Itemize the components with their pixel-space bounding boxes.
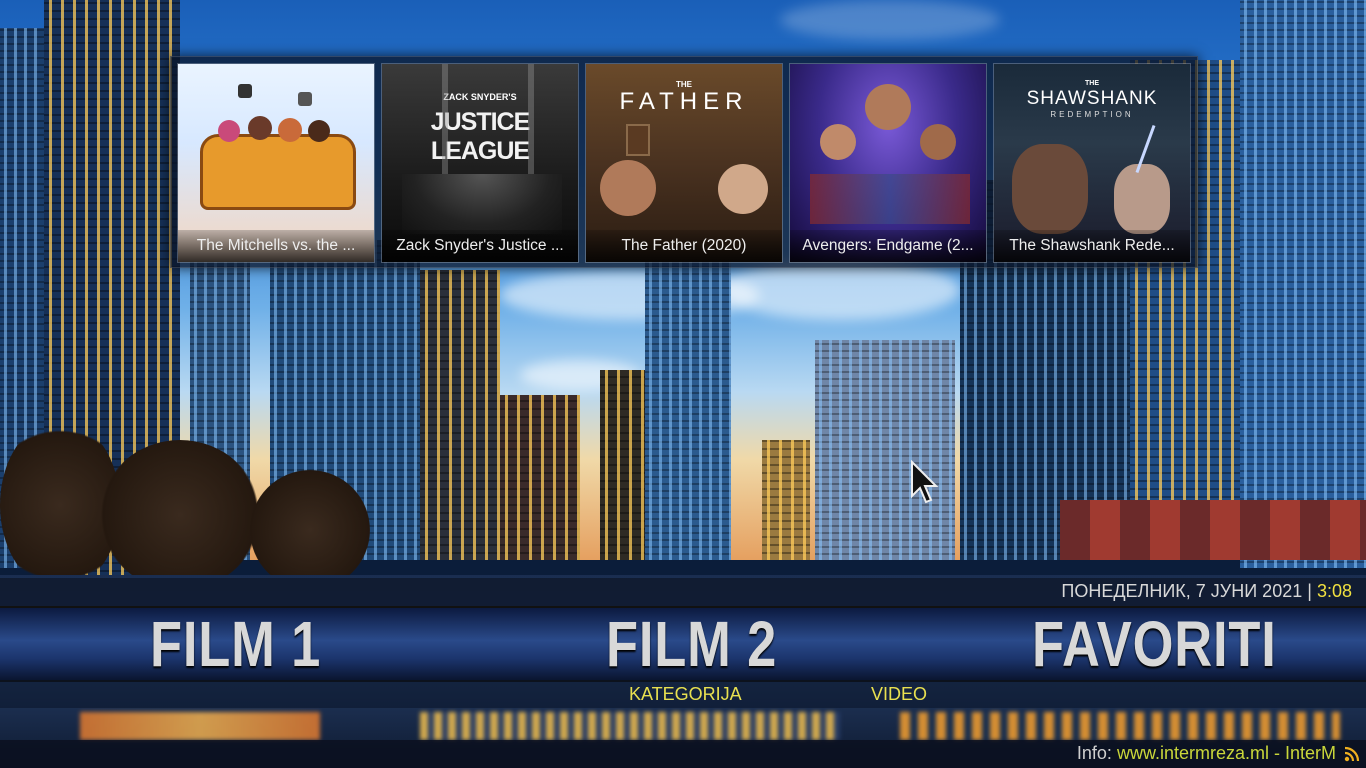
building — [815, 340, 955, 560]
building — [1240, 0, 1366, 568]
cloud — [780, 0, 1000, 40]
movie-title: The Father (2020) — [586, 230, 782, 262]
menu-item-favoriti[interactable]: FAVORITI — [1032, 608, 1277, 680]
movie-title: Avengers: Endgame (2... — [790, 230, 986, 262]
poster-title-text: SHAWSHANK — [1026, 88, 1158, 109]
building — [420, 270, 500, 560]
recent-movies-shelf: The Mitchells vs. the ... ZACK SNYDER'S … — [170, 56, 1198, 268]
status-bar: ПОНЕДЕЛНИК, 7 ЈУНИ 2021 | 3:08 — [0, 578, 1366, 606]
tree — [250, 470, 370, 590]
submenu-item-video[interactable]: VIDEO — [871, 684, 927, 705]
mouse-pointer-icon — [911, 460, 939, 504]
lowrise-buildings — [1060, 500, 1366, 560]
ticker-label: Info: — [1076, 743, 1112, 763]
poster-subtitle-text: THE — [1085, 80, 1099, 87]
movie-poster[interactable]: Avengers: Endgame (2... — [789, 63, 987, 263]
building — [500, 395, 580, 560]
movie-poster[interactable]: THE FATHER The Father (2020) — [585, 63, 783, 263]
submenu: KATEGORIJA VIDEO — [0, 680, 1366, 708]
movie-poster[interactable]: THE SHAWSHANK REDEMPTION The Shawshank R… — [993, 63, 1191, 263]
poster-title-text: FATHER — [619, 88, 749, 115]
tower-building — [645, 240, 731, 560]
poster-subtitle-text: REDEMPTION — [1050, 110, 1134, 119]
ticker-text: Info: www.intermreza.ml - InterM — [1077, 743, 1336, 764]
menu-item-film-2[interactable]: FILM 2 — [606, 608, 777, 680]
movie-title: The Shawshank Rede... — [994, 230, 1190, 262]
building — [762, 440, 810, 560]
menu-item-film-1[interactable]: FILM 1 — [150, 608, 321, 680]
submenu-item-kategorija[interactable]: KATEGORIJA — [629, 684, 742, 705]
clock-time: 3:08 — [1316, 581, 1352, 601]
water-reflection — [420, 712, 840, 740]
ticker-message: www.intermreza.ml - InterM — [1116, 743, 1336, 763]
water-reflection — [900, 712, 1340, 740]
separator: | — [1307, 581, 1312, 601]
date-text: ПОНЕДЕЛНИК, 7 ЈУНИ 2021 — [1061, 581, 1303, 601]
cloud — [720, 260, 960, 320]
info-ticker: Info: www.intermreza.ml - InterM — [0, 740, 1366, 768]
movie-poster[interactable]: ZACK SNYDER'S JUSTICE LEAGUE Zack Snyder… — [381, 63, 579, 263]
date-time: ПОНЕДЕЛНИК, 7 ЈУНИ 2021 | 3:08 — [1061, 581, 1352, 602]
movie-title: Zack Snyder's Justice ... — [382, 230, 578, 262]
rss-icon — [1344, 746, 1360, 762]
movie-poster[interactable]: The Mitchells vs. the ... — [177, 63, 375, 263]
car-illustration — [200, 134, 356, 210]
main-menu: FILM 1 FILM 2 FAVORITI — [0, 606, 1366, 682]
tree — [100, 440, 260, 590]
building — [600, 370, 650, 560]
movie-title: The Mitchells vs. the ... — [178, 230, 374, 262]
water-reflection — [80, 712, 320, 740]
